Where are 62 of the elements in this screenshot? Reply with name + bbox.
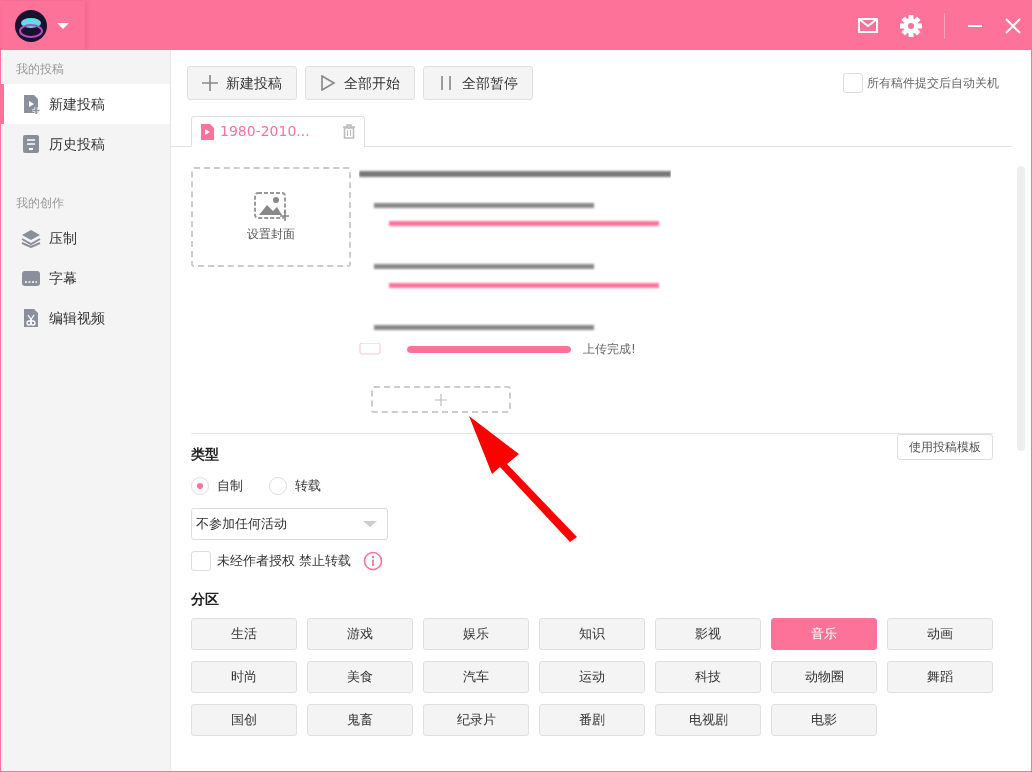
- scissors-icon: [21, 308, 41, 328]
- toolbar-button[interactable]: 全部暂停: [423, 66, 533, 100]
- group-label: 我的创作: [15, 195, 65, 212]
- file-icon: [359, 343, 381, 355]
- sidebar-item[interactable]: 压制: [1, 218, 170, 258]
- toolbar-button[interactable]: 全部开始: [305, 66, 415, 100]
- close-icon[interactable]: [1005, 17, 1021, 34]
- plus-icon: [202, 75, 218, 91]
- subtitle-icon: [21, 268, 41, 288]
- category-button[interactable]: 电影: [771, 703, 877, 736]
- category-button[interactable]: 生活: [191, 617, 297, 650]
- section-title: 分区: [191, 589, 219, 609]
- upload-status: 上传完成!: [583, 341, 636, 358]
- category-button[interactable]: 时尚: [191, 660, 297, 693]
- category-button[interactable]: 舞蹈: [887, 660, 993, 693]
- checkbox-label: 所有稿件提交后自动关机: [867, 75, 999, 92]
- drive-icon: [21, 134, 41, 154]
- radio-label: 自制: [217, 477, 243, 495]
- category-button[interactable]: 番剧: [539, 703, 645, 736]
- pause-icon: [438, 75, 454, 91]
- checkbox-label: 未经作者授权 禁止转载: [217, 551, 352, 570]
- category-button[interactable]: 影视: [655, 617, 761, 650]
- caret-icon[interactable]: [57, 21, 69, 30]
- avatar-icon[interactable]: [15, 9, 47, 42]
- image-add-icon: [253, 191, 289, 221]
- add-part-button[interactable]: [371, 386, 511, 413]
- info-icon: [363, 550, 384, 571]
- new-upload-icon: [21, 94, 41, 114]
- settings-icon[interactable]: [900, 14, 922, 37]
- sidebar-item[interactable]: 编辑视频: [1, 298, 170, 338]
- category-button[interactable]: 鬼畜: [307, 703, 413, 736]
- category-button[interactable]: 科技: [655, 660, 761, 693]
- group-label: 我的投稿: [15, 61, 65, 78]
- category-button[interactable]: 国创: [191, 703, 297, 736]
- category-button[interactable]: 游戏: [307, 617, 413, 650]
- checkbox[interactable]: [191, 550, 211, 571]
- category-button[interactable]: 动物圈: [771, 660, 877, 693]
- plus-icon: [435, 393, 447, 406]
- sidebar-item[interactable]: 新建投稿: [1, 84, 170, 124]
- radio-label: 转载: [295, 477, 321, 495]
- play-icon: [320, 75, 336, 91]
- category-button[interactable]: 美食: [307, 660, 413, 693]
- category-button[interactable]: 运动: [539, 660, 645, 693]
- caret-icon: [363, 519, 377, 528]
- cover-upload-area[interactable]: 设置封面: [191, 167, 351, 267]
- category-button[interactable]: 娱乐: [423, 617, 529, 650]
- sidebar-item[interactable]: 历史投稿: [1, 124, 170, 164]
- layers-icon: [21, 228, 41, 248]
- trash-icon[interactable]: [341, 124, 356, 139]
- sidebar-item[interactable]: 字幕: [1, 258, 170, 298]
- video-file-icon: [200, 123, 214, 140]
- category-button[interactable]: 电视剧: [655, 703, 761, 736]
- category-button[interactable]: 汽车: [423, 660, 529, 693]
- section-title: 类型: [191, 445, 219, 464]
- category-button[interactable]: 纪录片: [423, 703, 529, 736]
- toolbar-button[interactable]: 新建投稿: [187, 66, 297, 100]
- mail-icon[interactable]: [858, 18, 878, 33]
- activity-dropdown[interactable]: 不参加任何活动: [191, 507, 388, 540]
- category-button[interactable]: 知识: [539, 617, 645, 650]
- category-button[interactable]: 动画: [887, 617, 993, 650]
- template-button[interactable]: 使用投稿模板: [897, 434, 993, 460]
- checkbox[interactable]: [843, 73, 863, 93]
